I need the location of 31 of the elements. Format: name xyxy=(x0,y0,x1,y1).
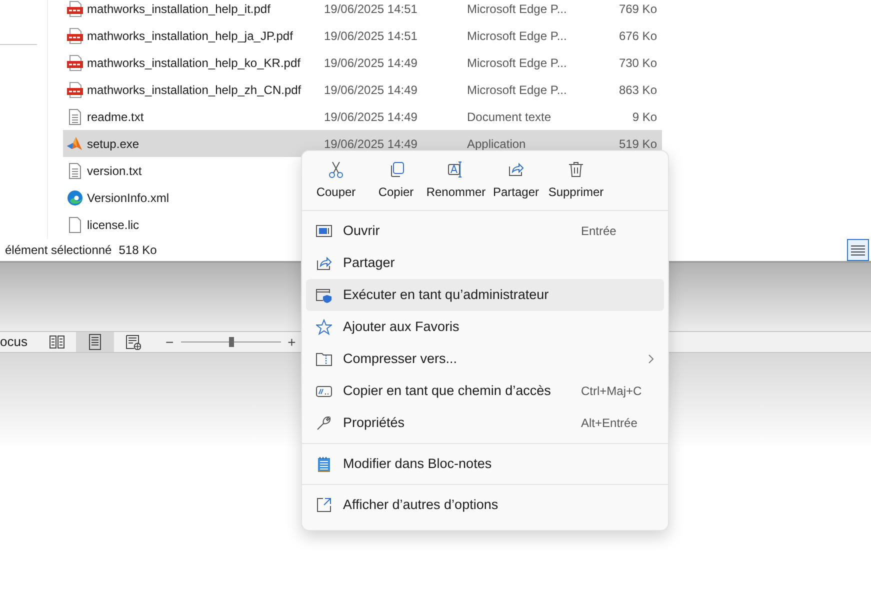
status-size: 518 Ko xyxy=(118,242,157,259)
file-size: 676 Ko xyxy=(618,28,657,44)
file-size: 863 Ko xyxy=(618,82,657,98)
shortcut-text: Alt+Entrée xyxy=(581,415,638,432)
file-type: Microsoft Edge P... xyxy=(467,28,568,44)
file-type: Microsoft Edge P... xyxy=(467,0,568,18)
file-name: setup.exe xyxy=(87,136,140,152)
file-name: mathworks_installation_help_ja_JP.pdf xyxy=(87,28,294,44)
file-type: Microsoft Edge P... xyxy=(467,82,568,98)
shortcut-text: Ctrl+Maj+C xyxy=(581,383,642,400)
file-name: license.lic xyxy=(87,216,140,234)
file-type: Document texte xyxy=(467,108,552,126)
file-size: 769 Ko xyxy=(618,0,657,18)
status-text: élément sélectionné xyxy=(5,242,112,259)
file-size: 519 Ko xyxy=(618,136,657,152)
file-name: mathworks_installation_help_it.pdf xyxy=(87,0,272,18)
file-date: 19/06/2025 14:51 xyxy=(324,28,418,44)
file-size: 730 Ko xyxy=(618,54,657,72)
file-type: Application xyxy=(467,136,527,152)
shortcut-text: Entrée xyxy=(581,223,616,240)
file-size: 9 Ko xyxy=(631,108,657,126)
file-date: 19/06/2025 14:49 xyxy=(324,82,418,98)
file-name: readme.txt xyxy=(87,108,145,126)
file-date: 19/06/2025 14:51 xyxy=(324,0,418,18)
file-name: mathworks_installation_help_zh_CN.pdf xyxy=(87,82,302,98)
file-type: Microsoft Edge P... xyxy=(467,54,568,72)
file-name: version.txt xyxy=(87,162,143,180)
file-date: 19/06/2025 14:49 xyxy=(324,136,418,152)
file-date: 19/06/2025 14:49 xyxy=(324,54,418,72)
file-date: 19/06/2025 14:49 xyxy=(324,108,418,126)
file-name: mathworks_installation_help_ko_KR.pdf xyxy=(87,54,302,72)
